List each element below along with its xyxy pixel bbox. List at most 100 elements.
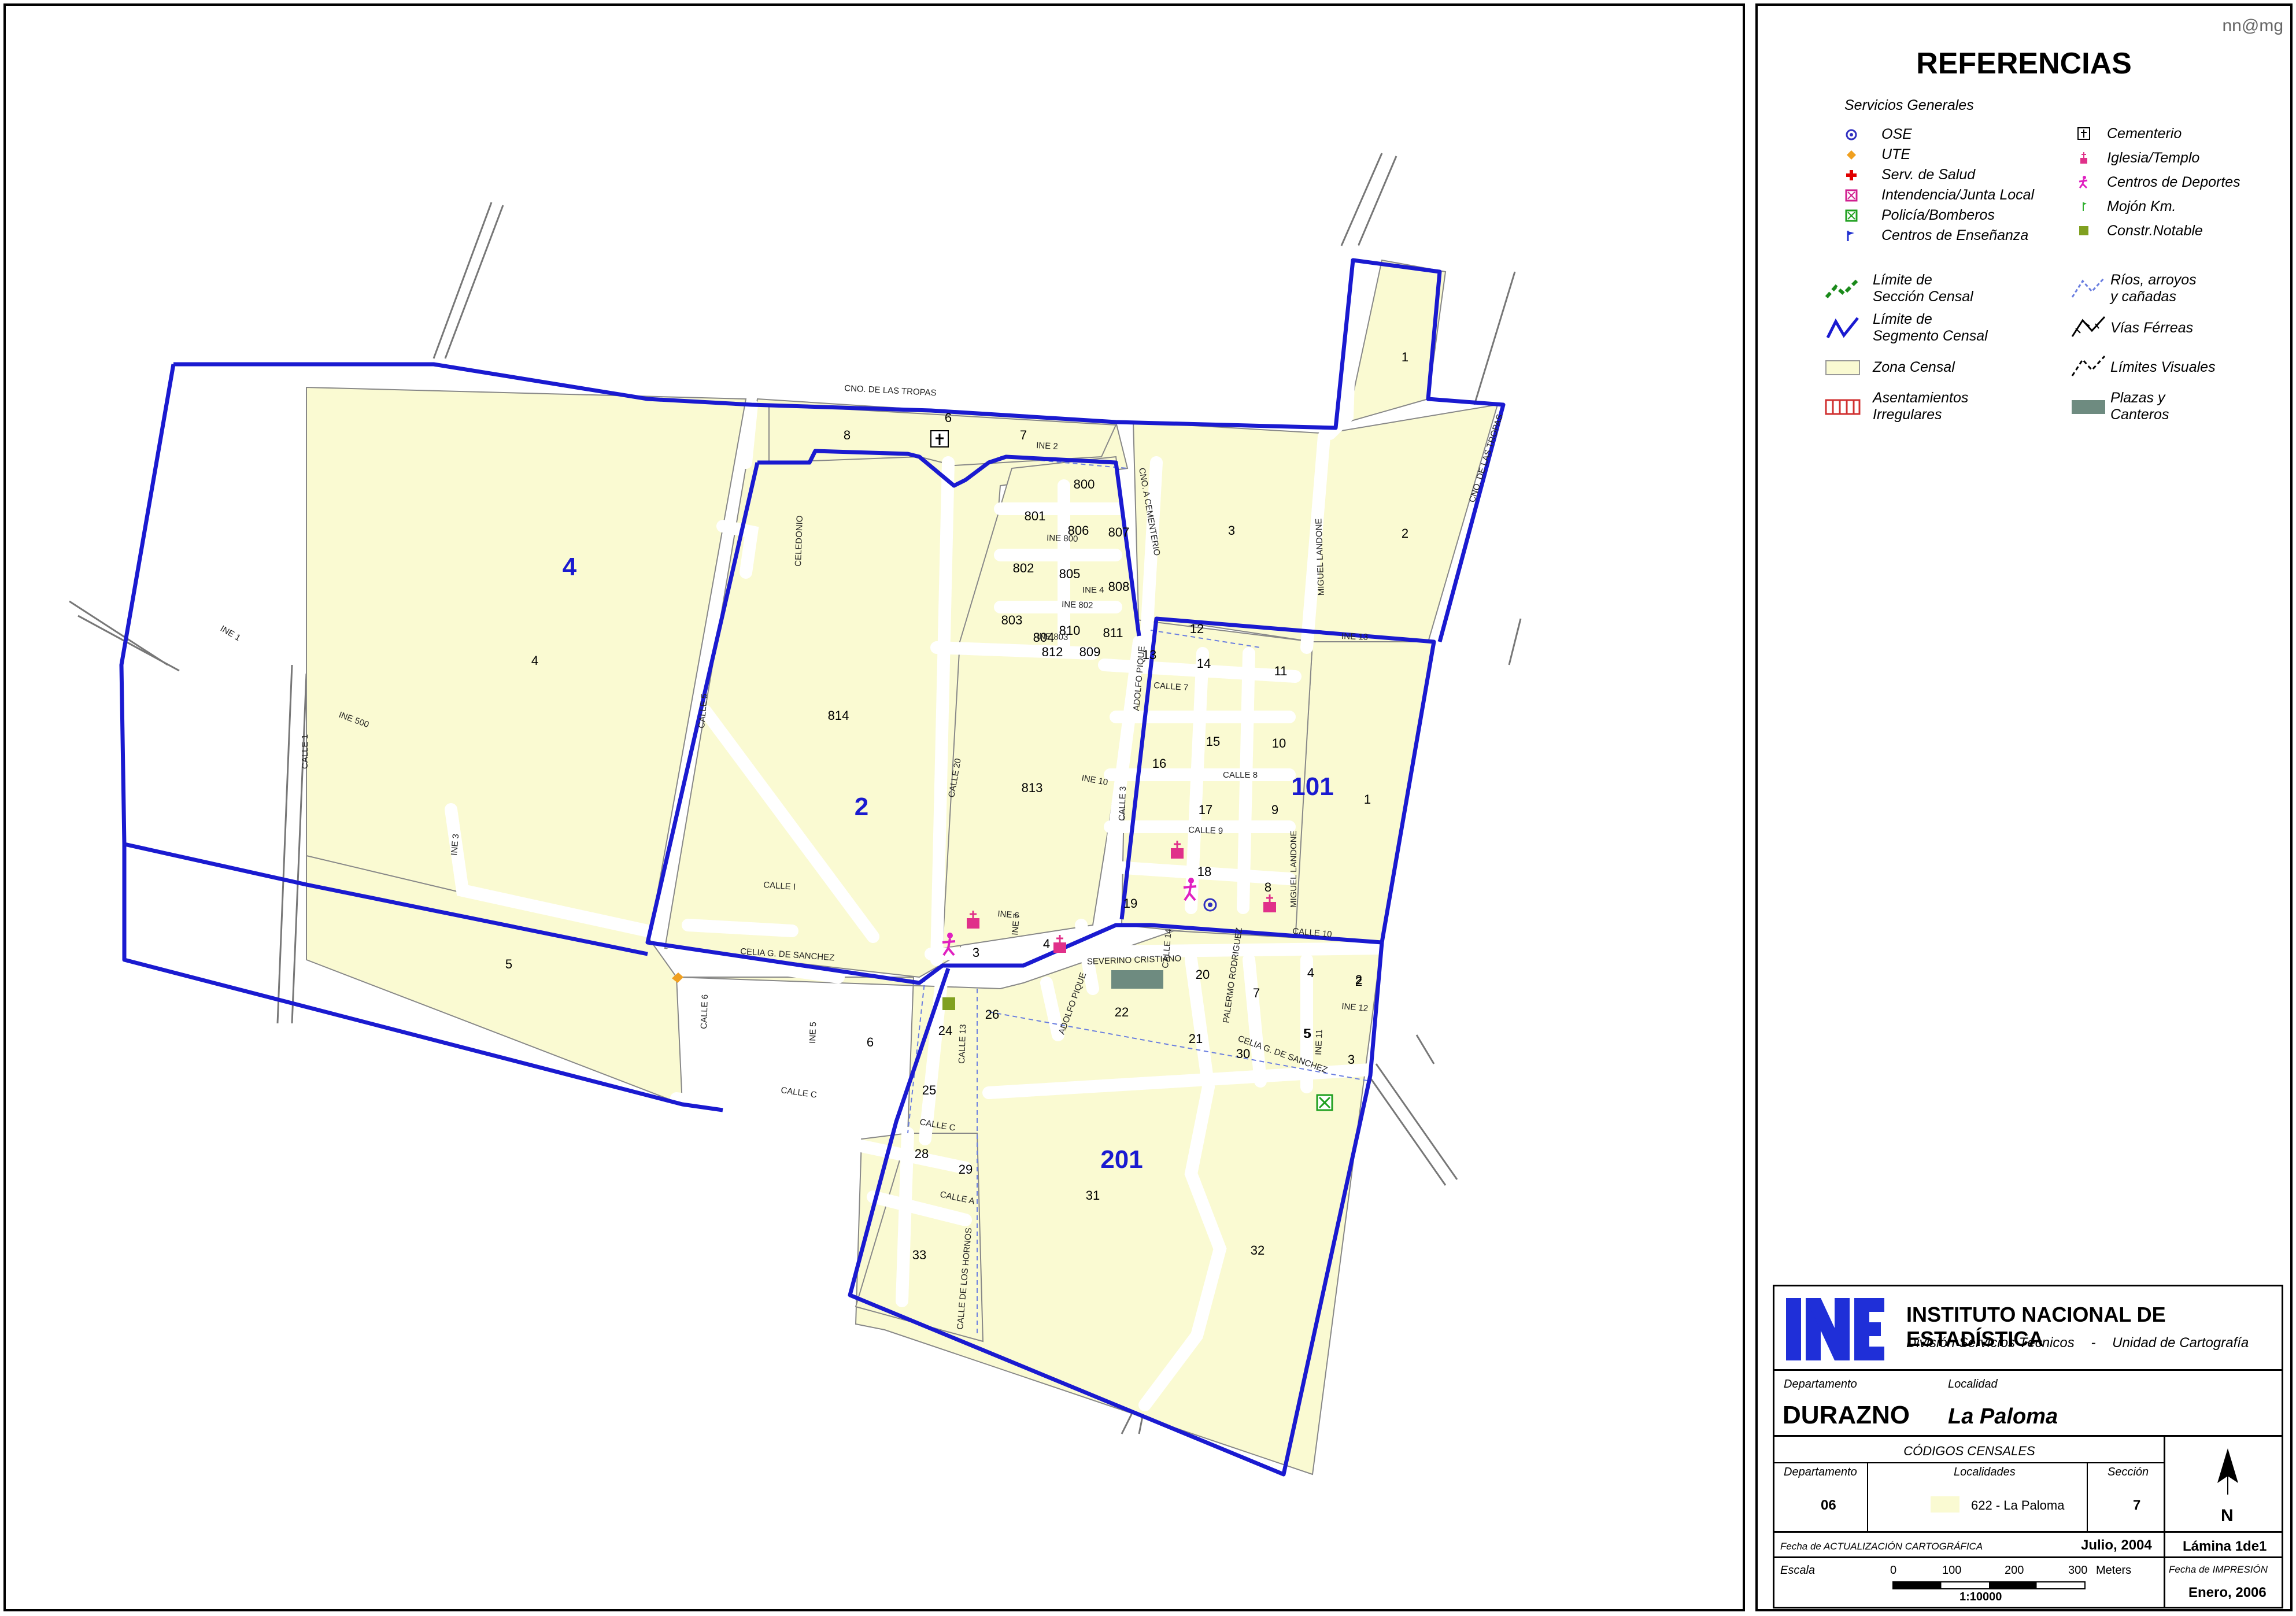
segment-label: 101 — [1291, 772, 1333, 801]
zone-number: 812 — [1042, 645, 1063, 659]
services-right-list: Cementerio Iglesia/Templo Centros de Dep… — [2077, 121, 2240, 243]
legend-item: Cementerio — [2077, 121, 2240, 146]
codes-title: CÓDIGOS CENSALES — [1903, 1444, 2035, 1458]
plaza-icon — [1111, 970, 1163, 989]
street-label: INE 3 — [449, 833, 461, 856]
river-icon — [2070, 274, 2107, 303]
street-label: INE 802 — [1062, 600, 1093, 611]
legend-label: Sección Censal — [1873, 289, 1973, 305]
cemetery-icon — [2077, 127, 2091, 140]
zone-number: 802 — [1013, 561, 1034, 575]
police-icon — [1316, 1094, 1333, 1111]
street-label: CELEDONIO — [793, 515, 805, 567]
map-panel[interactable]: .zone { fill:#fafad2; stroke:#888; strok… — [3, 3, 1745, 1611]
zone-number: 24 — [938, 1023, 952, 1038]
zone-number: 26 — [985, 1007, 999, 1022]
legend-item: Ríos, arroyos y cañadas — [2070, 269, 2216, 308]
legend-label: Intendencia/Junta Local — [1881, 187, 2035, 203]
legend-item: Límite de Sección Censal — [1824, 269, 1988, 308]
zone-number: 3 — [973, 945, 979, 960]
zone-number: 14 — [1197, 656, 1211, 671]
ine-logo — [1786, 1298, 1884, 1360]
street-label: INE 11 — [1314, 1029, 1325, 1055]
update-date-label: Fecha de ACTUALIZACIÓN CARTOGRÁFICA — [1780, 1541, 1983, 1552]
codes-block: CÓDIGOS CENSALES Departamento Localidade… — [1773, 1435, 2166, 1534]
visual-limit-icon — [2070, 353, 2107, 382]
legend-label: Canteros — [2110, 406, 2169, 423]
departamento-label: Departamento — [1784, 1378, 1857, 1391]
update-date-block: Fecha de ACTUALIZACIÓN CARTOGRÁFICA Juli… — [1773, 1531, 2166, 1559]
zone-number: 16 — [1152, 756, 1166, 771]
zone-number: 4 — [531, 653, 538, 668]
north-arrow-icon — [2217, 1448, 2238, 1495]
codes-loc-value: 622 - La Paloma — [1971, 1498, 2065, 1513]
legend-label: Asentamientos — [1873, 390, 1969, 406]
street-label: CALLE 13 — [957, 1024, 968, 1064]
localidad-value: La Paloma — [1948, 1404, 2058, 1429]
street-label: MIGUEL LANDONE — [1289, 830, 1299, 908]
zone-number: 2 — [1355, 974, 1362, 989]
codes-dep-value: 06 — [1821, 1497, 1836, 1513]
zone-number: 809 — [1079, 645, 1101, 659]
legend-label: Constr.Notable — [2107, 222, 2203, 239]
street-label: INE 800 — [1047, 533, 1078, 544]
legend-label: Serv. de Salud — [1881, 167, 1976, 183]
street-label: INE 2 — [1036, 441, 1058, 452]
update-date-value: Julio, 2004 — [2081, 1537, 2152, 1553]
street-label: INE 1 — [219, 624, 242, 643]
zone-number: 11 — [1274, 664, 1288, 678]
zone-number: 813 — [1022, 781, 1043, 795]
zone-number: 32 — [1251, 1243, 1265, 1258]
zone-number: 814 — [828, 708, 849, 723]
scale-tick: 0 — [1890, 1564, 1897, 1577]
legend-item: Mojón Km. — [2077, 194, 2240, 219]
zone-number: 1 — [1402, 350, 1408, 364]
codes-sec-value: 7 — [2133, 1497, 2141, 1513]
legend-item: UTE — [1844, 145, 2034, 165]
legend-label: Centros de Enseñanza — [1881, 227, 2029, 243]
notable-building-icon — [942, 997, 955, 1010]
legend-item: Centros de Enseñanza — [1844, 225, 2034, 246]
codes-loc-label: Localidades — [1954, 1466, 2016, 1478]
plaza-icon — [2070, 392, 2107, 421]
zone-number: 25 — [922, 1083, 936, 1097]
symbols-right-list: Ríos, arroyos y cañadas Vías Férreas Lím… — [2070, 269, 2216, 426]
street-label: INE 13 — [1341, 631, 1368, 642]
legend-label: Cementerio — [2107, 125, 2182, 142]
legend-item: Centros de Deportes — [2077, 170, 2240, 194]
ine-logo-icon — [1786, 1298, 1884, 1360]
institution-block: INSTITUTO NACIONAL DE ESTADÍSTICA Divisi… — [1773, 1285, 2283, 1371]
print-date-value: Enero, 2006 — [2188, 1585, 2267, 1600]
zone-number: 10 — [1272, 736, 1286, 750]
legend-item: Límite de Segmento Censal — [1824, 308, 1988, 347]
railway-icon — [2070, 313, 2107, 342]
legend-label: y cañadas — [2110, 289, 2176, 305]
zone-number: 5 — [505, 957, 512, 971]
street-label: INE 4 — [1082, 585, 1104, 595]
zone-number: 805 — [1059, 567, 1081, 581]
legend-label: Ríos, arroyos — [2110, 272, 2197, 288]
legend-item: Policía/Bomberos — [1844, 205, 2034, 225]
legend-label: OSE — [1881, 126, 1912, 142]
legend-item: Zona Censal — [1824, 347, 1988, 387]
zone-number: 8 — [844, 428, 851, 442]
census-map[interactable]: .zone { fill:#fafad2; stroke:#888; strok… — [6, 6, 1743, 1609]
legend-title: REFERENCIAS — [1916, 47, 2132, 80]
north-label: N — [2221, 1506, 2234, 1525]
census-zone-icon — [1824, 353, 1861, 382]
zone-number: 7 — [1253, 986, 1260, 1000]
street-label: CALLE 9 — [1188, 825, 1223, 836]
legend-label: Irregulares — [1873, 406, 1942, 423]
zone-number: 9 — [1271, 803, 1278, 817]
notable-building-icon — [2077, 224, 2091, 238]
zone-number: 803 — [1001, 613, 1023, 627]
legend-item: Asentamientos Irregulares — [1824, 387, 1988, 426]
zone-number: 29 — [959, 1162, 973, 1177]
legend-label: Segmento Censal — [1873, 328, 1988, 344]
legend-item: Límites Visuales — [2070, 347, 2216, 387]
zone-number: 21 — [1189, 1031, 1203, 1046]
legend-label: Límite de — [1873, 311, 1932, 327]
print-date-label: Fecha de IMPRESIÓN — [2169, 1564, 2268, 1575]
scale-bar — [1892, 1581, 2086, 1589]
zone-number: 801 — [1025, 509, 1046, 523]
